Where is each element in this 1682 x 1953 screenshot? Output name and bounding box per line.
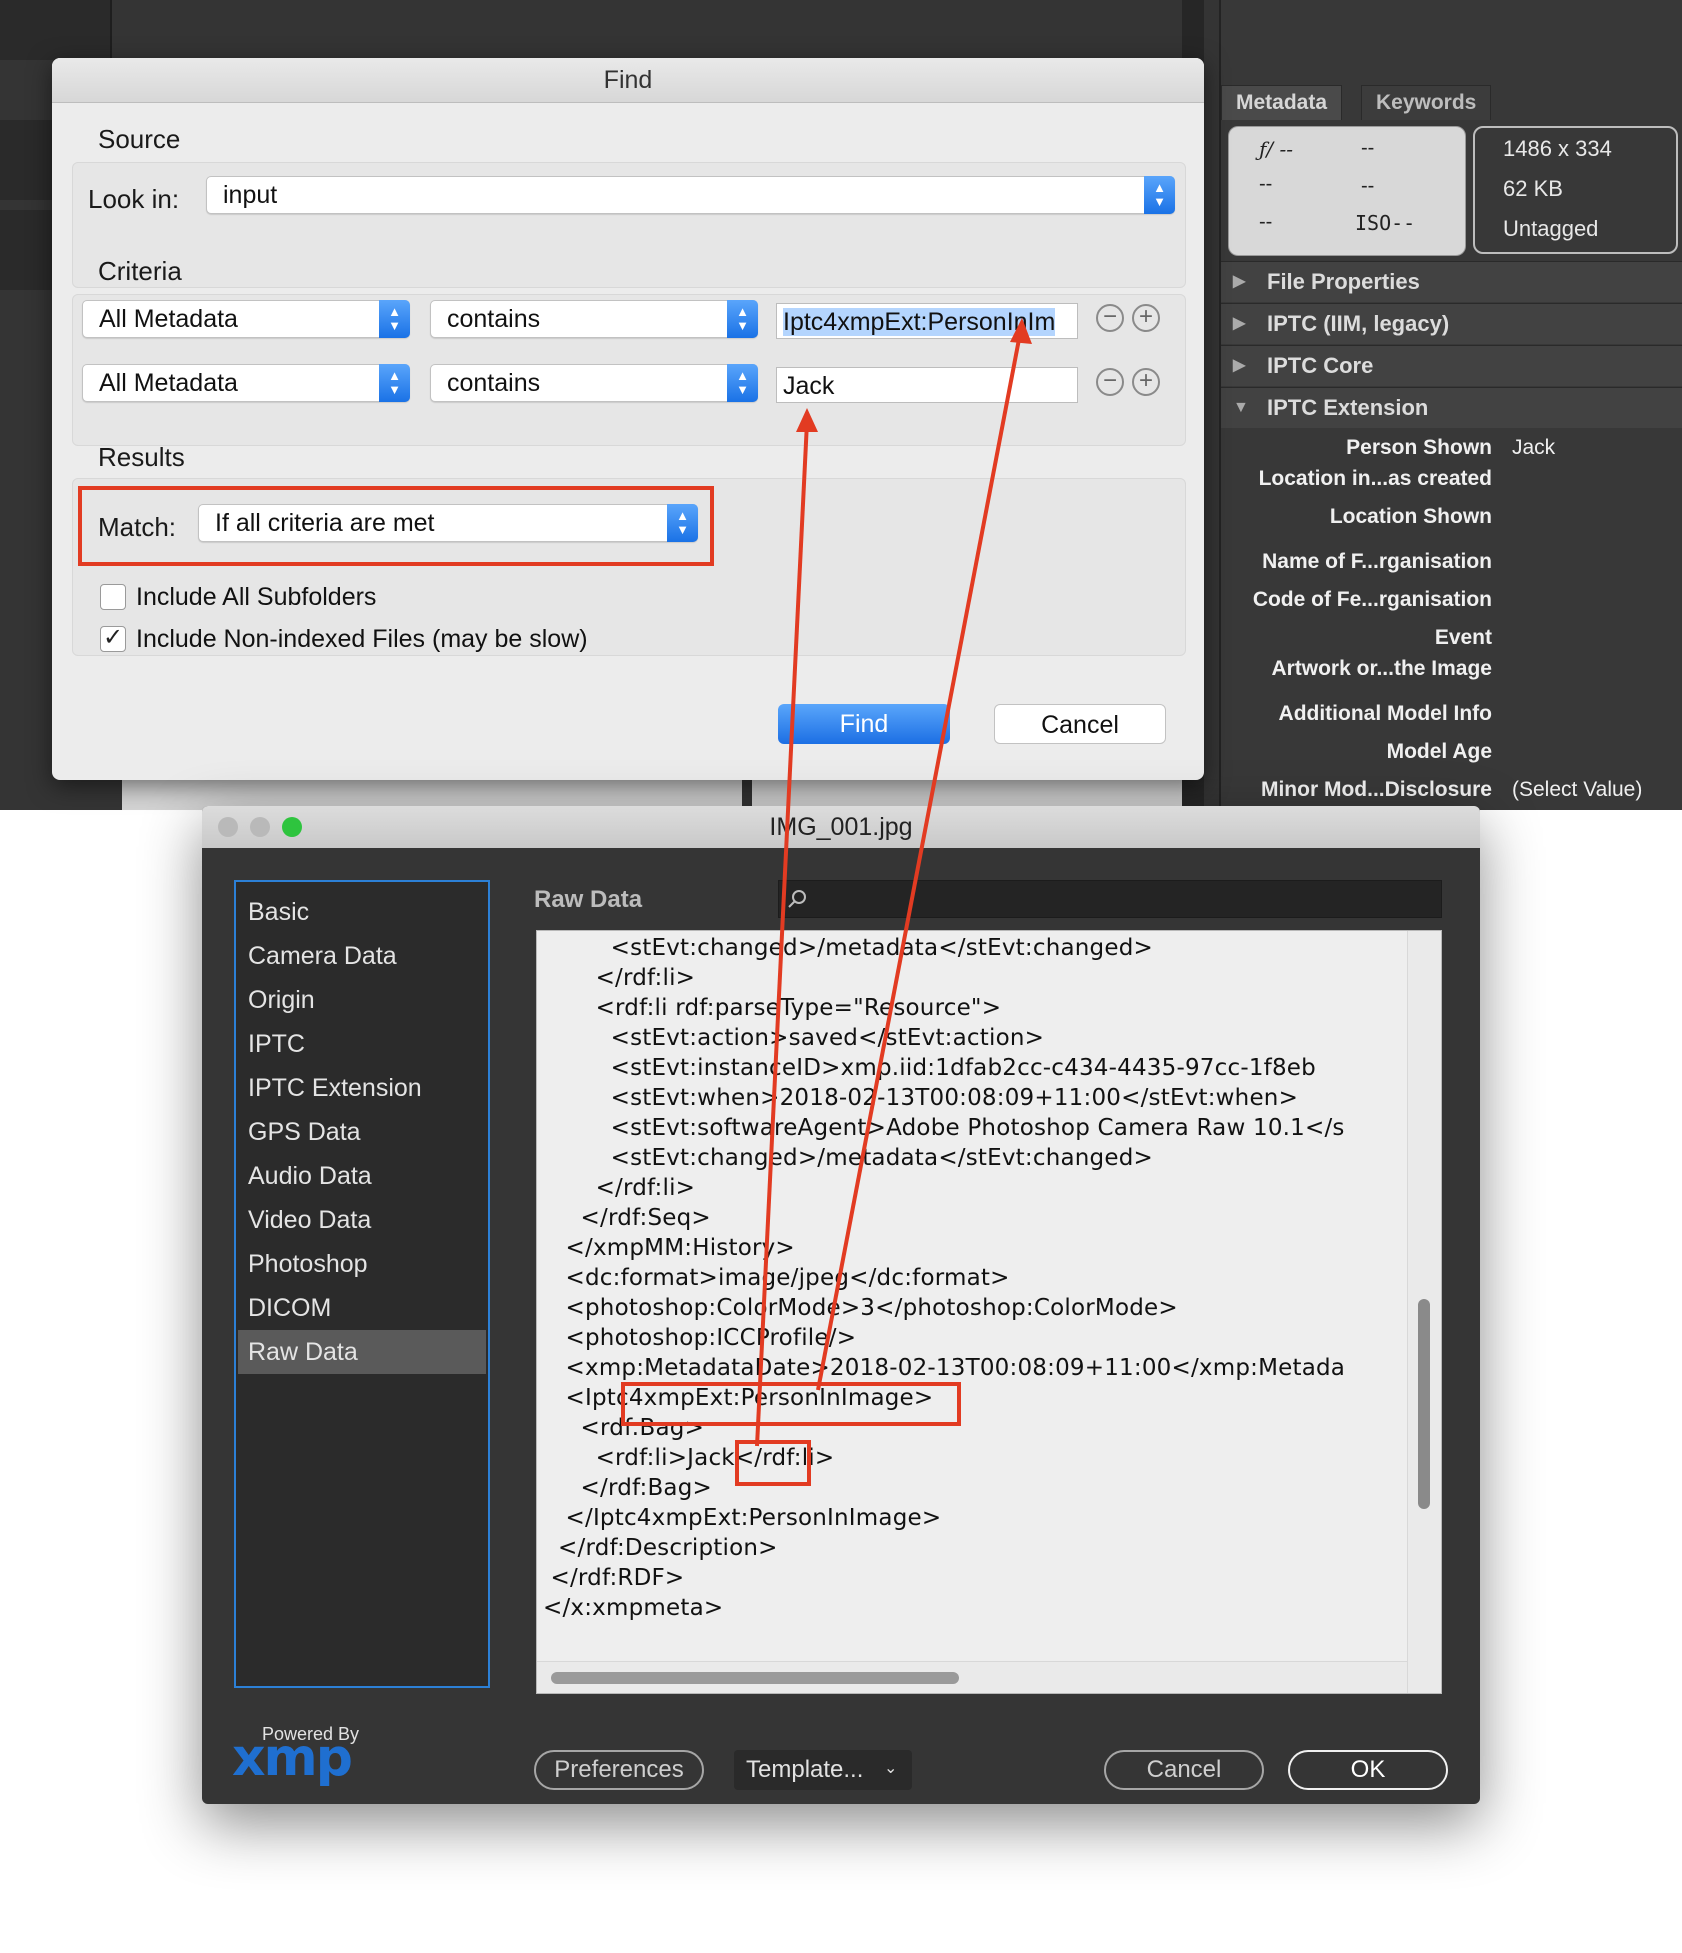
arrow-head [796, 408, 818, 432]
annotation-arrow [755, 421, 809, 1447]
annotation-arrow [816, 333, 1022, 1391]
arrow-head [1010, 318, 1032, 344]
annotation-arrows [755, 318, 1032, 1447]
